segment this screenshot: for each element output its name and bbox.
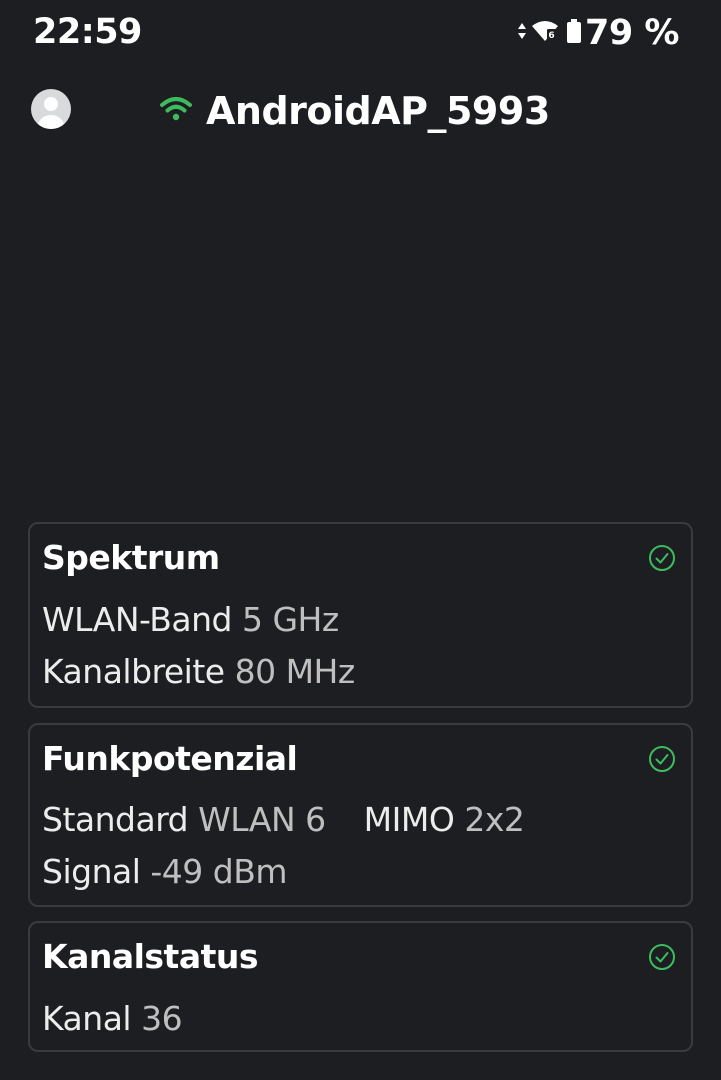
header: AndroidAP_5993 bbox=[0, 80, 721, 142]
channel-value: 36 bbox=[141, 999, 183, 1038]
wlan-band-label: WLAN-Band bbox=[42, 600, 233, 639]
mimo-value: 2x2 bbox=[464, 800, 525, 839]
channel-width-label: Kanalbreite bbox=[42, 652, 225, 691]
channel-width-value: 80 MHz bbox=[234, 652, 356, 691]
signal-row: Signal -49 dBm bbox=[42, 852, 287, 891]
wlan-band-value: 5 GHz bbox=[242, 600, 339, 639]
network-name-container: AndroidAP_5993 bbox=[160, 85, 550, 137]
check-circle-icon bbox=[649, 545, 675, 571]
mimo-label: MIMO bbox=[363, 800, 455, 839]
channel-label: Kanal bbox=[42, 999, 132, 1038]
check-circle-icon bbox=[649, 746, 675, 772]
wifi-icon bbox=[160, 96, 192, 126]
channel-width-row: Kanalbreite 80 MHz bbox=[42, 652, 355, 691]
radio-potential-card[interactable]: Funkpotenzial Standard WLAN 6 MIMO 2x2 S… bbox=[28, 723, 693, 907]
signal-label: Signal bbox=[42, 852, 141, 891]
standard-value: WLAN 6 bbox=[198, 800, 326, 839]
svg-text:6: 6 bbox=[548, 31, 554, 41]
status-icons: 6 79 % bbox=[517, 12, 679, 54]
data-arrows-icon bbox=[517, 21, 527, 45]
avatar[interactable] bbox=[31, 89, 71, 129]
standard-label: Standard bbox=[42, 800, 189, 839]
check-circle-icon bbox=[649, 944, 675, 970]
status-bar: 22:59 6 79 % bbox=[0, 0, 721, 66]
battery-icon bbox=[567, 19, 582, 47]
wifi-6-icon: 6 bbox=[531, 20, 559, 46]
battery-percentage: 79 % bbox=[585, 13, 679, 53]
ssid-label: AndroidAP_5993 bbox=[206, 89, 550, 133]
channel-status-card[interactable]: Kanalstatus Kanal 36 bbox=[28, 921, 693, 1052]
spectrum-title: Spektrum bbox=[42, 538, 220, 577]
signal-value: -49 dBm bbox=[150, 852, 287, 891]
channel-status-title: Kanalstatus bbox=[42, 937, 259, 976]
spectrum-card[interactable]: Spektrum WLAN-Band 5 GHz Kanalbreite 80 … bbox=[28, 522, 693, 708]
person-icon bbox=[38, 97, 64, 129]
status-time: 22:59 bbox=[33, 12, 142, 52]
radio-potential-title: Funkpotenzial bbox=[42, 739, 298, 778]
wlan-band-row: WLAN-Band 5 GHz bbox=[42, 600, 339, 639]
standard-row: Standard WLAN 6 MIMO 2x2 bbox=[42, 800, 525, 839]
channel-row: Kanal 36 bbox=[42, 999, 183, 1038]
